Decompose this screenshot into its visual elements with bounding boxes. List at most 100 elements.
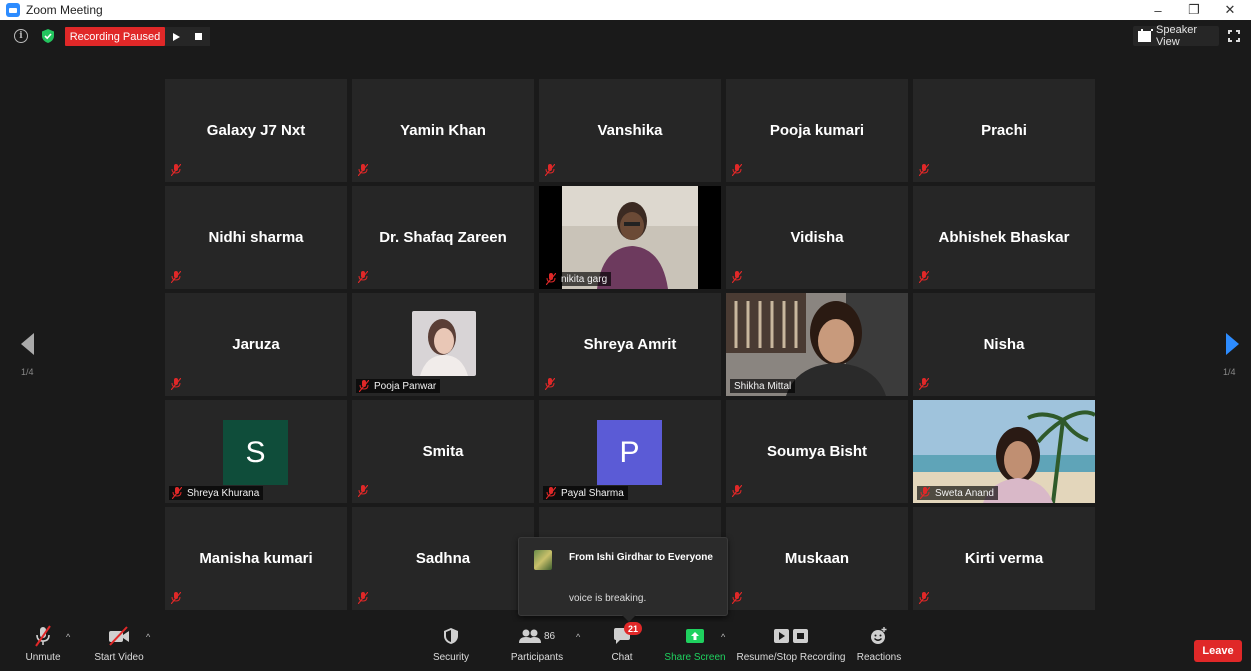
participant-tile[interactable]: Pooja Panwar [352,293,534,396]
chat-message: voice is breaking. [569,593,647,604]
participant-name: Kirti verma [964,550,1044,567]
participant-video-tile[interactable]: Sweta Anand [913,400,1095,503]
security-button[interactable]: Security [430,622,472,671]
meeting-top-bar: i Recording Paused Speaker View [0,20,1251,52]
share-screen-label: Share Screen [664,652,726,663]
recording-controls-icon [774,629,808,643]
participant-tile[interactable]: Prachi [913,79,1095,182]
muted-mic-icon [732,271,742,283]
unmute-button[interactable]: Unmute [20,622,66,671]
participant-count: 86 [543,630,556,642]
leave-meeting-button[interactable]: Leave [1194,640,1242,662]
participant-tile[interactable]: Galaxy J7 Nxt [165,79,347,182]
muted-mic-icon [919,271,929,283]
participants-button[interactable]: 86 Participants [508,622,566,671]
zoom-app-icon [6,3,20,17]
participant-name: Sadhna [415,550,471,567]
participant-tile[interactable]: Nidhi sharma [165,186,347,289]
chat-notification-toast[interactable]: From Ishi Girdhar to Everyone voice is b… [518,537,728,622]
view-grid-icon [1138,28,1154,42]
participant-name: Nisha [983,336,1025,353]
encryption-shield-icon[interactable] [40,28,56,44]
start-video-label: Start Video [94,652,144,663]
recording-status-badge: Recording Paused [65,27,165,46]
muted-mic-icon [172,487,182,499]
muted-mic-icon [732,485,742,497]
minimize-icon[interactable]: – [1142,0,1174,20]
participant-tile[interactable]: Vidisha [726,186,908,289]
stop-recording-icon[interactable] [195,33,203,40]
participant-tile[interactable]: Abhishek Bhaskar [913,186,1095,289]
participant-name: Nidhi sharma [208,229,304,246]
participant-tile[interactable]: Shreya Amrit [539,293,721,396]
participant-name: Shreya Khurana [187,487,260,499]
muted-mic-icon [171,378,181,390]
avatar-letter: P [597,420,662,485]
muted-mic-icon [171,164,181,176]
participant-tile[interactable]: Pooja kumari [726,79,908,182]
resume-stop-recording-button[interactable]: Resume/Stop Recording [736,622,846,671]
participant-tile[interactable]: Kirti verma [913,507,1095,610]
start-video-button[interactable]: Start Video [92,622,146,671]
speaker-view-button[interactable]: Speaker View [1133,24,1219,48]
participant-tile[interactable]: Yamin Khan [352,79,534,182]
participant-tile[interactable]: Dr. Shafaq Zareen [352,186,534,289]
chat-unread-badge: 21 [624,622,642,635]
audio-options-caret-icon[interactable]: ^ [66,632,70,642]
muted-mic-icon [919,592,929,604]
muted-mic-icon [732,164,742,176]
participant-name: Smita [422,443,464,460]
participant-name: Dr. Shafaq Zareen [379,229,507,246]
reactions-smiley-icon [871,627,887,644]
participant-tile[interactable]: Jaruza [165,293,347,396]
share-screen-icon [686,629,704,643]
participant-name-label: Shreya Khurana [169,486,264,500]
avatar-letter: S [223,420,288,485]
resume-recording-icon[interactable] [172,32,180,41]
participant-tile[interactable]: S Shreya Khurana [165,400,347,503]
video-off-icon [109,626,129,646]
reactions-button[interactable]: Reactions [856,622,902,671]
title-bar: Zoom Meeting – ❐ ✕ [0,0,1251,20]
participant-name: Abhishek Bhaskar [938,229,1070,246]
participant-video-tile[interactable]: nikita garg [539,186,721,289]
chat-button[interactable]: 21 Chat [604,622,642,671]
meeting-info-icon[interactable]: i [14,29,28,43]
participant-name: Shreya Amrit [583,336,677,353]
participant-tile[interactable]: Smita [352,400,534,503]
participants-label: Participants [510,652,564,663]
security-label: Security [432,652,470,663]
fullscreen-icon[interactable] [1227,29,1241,43]
next-page-arrow-icon[interactable] [1226,333,1239,355]
muted-mic-icon [545,378,555,390]
participant-tile[interactable]: Manisha kumari [165,507,347,610]
share-screen-button[interactable]: Share Screen [664,622,726,671]
sender-avatar [534,550,552,570]
video-options-caret-icon[interactable]: ^ [146,632,150,642]
participant-name-label: Shikha Mittal [730,379,796,393]
muted-mic-icon [545,164,555,176]
recording-label: Resume/Stop Recording [736,652,846,663]
participant-tile[interactable]: Vanshika [539,79,721,182]
participants-options-caret-icon[interactable]: ^ [576,632,580,642]
participant-name: Pooja Panwar [374,380,437,392]
participant-name-label: Payal Sharma [543,486,628,500]
participant-tile[interactable]: P Payal Sharma [539,400,721,503]
active-speaker-video-tile[interactable]: Shikha Mittal [726,293,908,396]
participant-tile[interactable]: Soumya Bisht [726,400,908,503]
participant-name-label: Pooja Panwar [356,379,441,393]
share-options-caret-icon[interactable]: ^ [721,632,725,642]
muted-mic-icon [359,380,369,392]
page-indicator-right: 1/4 [1223,367,1236,377]
restore-icon[interactable]: ❐ [1178,0,1210,20]
participant-name: nikita garg [561,273,608,285]
close-icon[interactable]: ✕ [1214,0,1246,20]
prev-page-arrow-icon[interactable] [21,333,34,355]
window-title: Zoom Meeting [26,3,103,17]
muted-mic-icon [358,485,368,497]
participant-tile[interactable]: Sadhna [352,507,534,610]
participant-tile[interactable]: Nisha [913,293,1095,396]
muted-mic-icon [920,487,930,499]
muted-mic-icon [358,271,368,283]
participant-tile[interactable]: Muskaan [726,507,908,610]
